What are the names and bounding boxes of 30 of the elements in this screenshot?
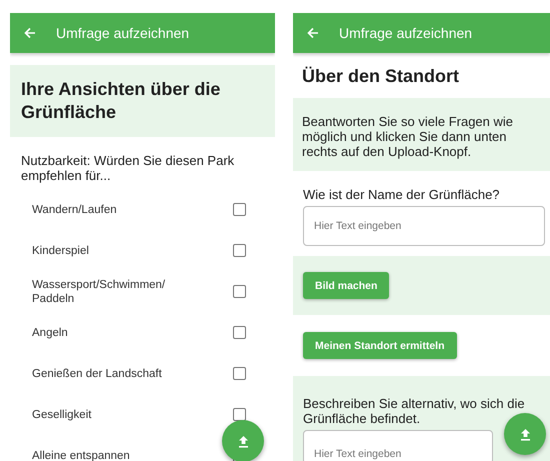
checkbox[interactable] — [233, 285, 246, 298]
option-label: Geselligkeit — [32, 408, 92, 422]
back-arrow-icon[interactable] — [24, 27, 36, 39]
action-button[interactable]: Meinen Standort ermitteln — [303, 332, 457, 359]
section-heading: Über den Standort — [302, 65, 460, 88]
instruction-text: Beantworten Sie so viele Fragen wie möglich und klicken Sie dann unten rechts auf den Upload-Knopf. — [302, 114, 514, 159]
app-bar-title: Umfrage aufzeichnen — [339, 25, 472, 41]
option-label: Kinderspiel — [32, 244, 89, 258]
upload-icon — [520, 428, 530, 440]
checkbox[interactable] — [233, 203, 246, 216]
app-bar-title: Umfrage aufzeichnen — [56, 25, 190, 41]
input-field[interactable]: Hier Text eingeben — [303, 206, 545, 246]
field-label: Wie ist der Name der Grünfläche? — [303, 187, 501, 202]
back-arrow-icon[interactable] — [307, 27, 319, 39]
option-label: Wassersport/Schwimmen/ Paddeln — [32, 278, 166, 306]
checkbox[interactable] — [233, 408, 246, 421]
checkbox[interactable] — [233, 326, 246, 339]
option-label: Wandern/Laufen — [32, 202, 117, 216]
upload-icon — [238, 434, 248, 448]
option-label: Angeln — [32, 326, 68, 340]
action-button[interactable]: Bild machen — [303, 272, 390, 299]
text-area[interactable]: Hier Text eingeben — [303, 430, 493, 461]
option-label: Alleine entspannen — [32, 448, 130, 461]
section-heading: Ihre Ansichten über die Grünfläche — [21, 78, 222, 124]
checkbox[interactable] — [233, 244, 246, 257]
question-text: Nutzbarkeit: Würden Sie diesen Park empfehlen für... — [21, 153, 236, 183]
upload-button[interactable] — [222, 420, 264, 461]
option-label: Genießen der Landschaft — [32, 366, 162, 380]
field-label: Beschreiben Sie alternativ, wo sich die Grünfläche befindet. — [303, 396, 526, 426]
checkbox[interactable] — [233, 367, 246, 380]
